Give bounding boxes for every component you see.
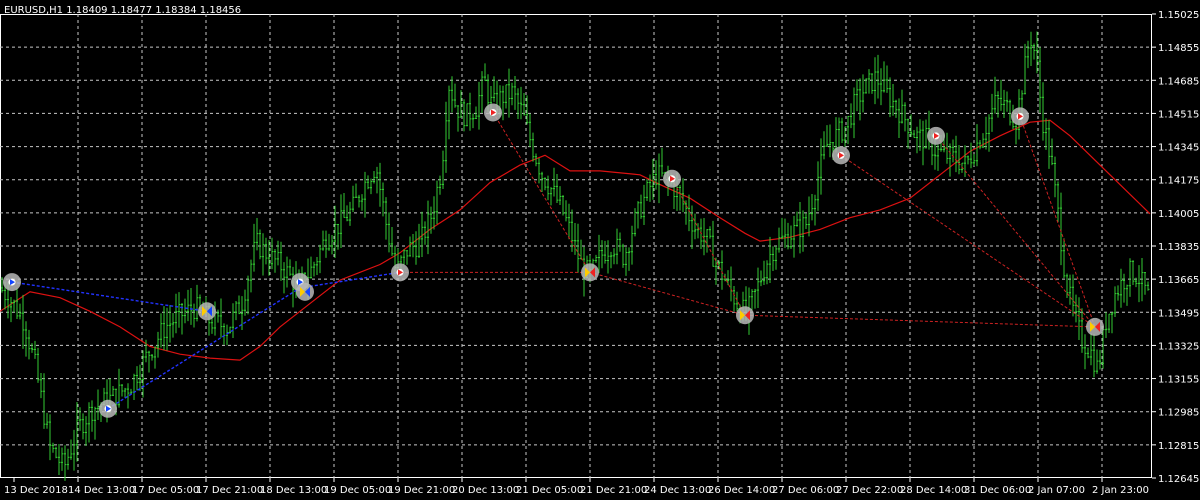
sell-open-marker[interactable] [663, 169, 681, 188]
sell-open-marker[interactable] [1011, 107, 1029, 126]
y-tick-label: 1.12645 [1158, 474, 1199, 485]
x-tick-label: 19 Dec 21:00 [388, 485, 455, 496]
grid-layer [0, 14, 1152, 478]
y-tick-label: 1.12985 [1158, 408, 1199, 419]
x-tick-label: 17 Dec 21:00 [196, 485, 263, 496]
buy-trade-line [299, 271, 401, 289]
buy-close-marker[interactable] [296, 282, 314, 301]
y-tick-label: 1.14685 [1158, 76, 1199, 87]
x-tick-label: 28 Dec 14:00 [900, 485, 967, 496]
sell-close-marker[interactable] [736, 306, 754, 325]
candle-layer [1, 31, 1150, 481]
x-tick-label: 31 Dec 06:00 [964, 485, 1031, 496]
sell-open-marker[interactable] [484, 103, 502, 122]
x-tick-label: 13 Dec 2018 [4, 485, 68, 496]
x-tick-label: 18 Dec 13:00 [260, 485, 327, 496]
x-tick-label: 14 Dec 13:00 [68, 485, 135, 496]
sell-open-marker[interactable] [391, 263, 409, 282]
buy-close-marker[interactable] [198, 302, 216, 321]
x-tick-label: 20 Dec 13:00 [452, 485, 519, 496]
x-tick-label: 19 Dec 05:00 [324, 485, 391, 496]
sell-open-marker[interactable] [927, 126, 945, 145]
sell-open-marker[interactable] [832, 146, 850, 165]
buy-open-marker[interactable] [3, 273, 21, 292]
x-tick-label: 17 Dec 05:00 [132, 485, 199, 496]
x-tick-label: 21 Dec 05:00 [516, 485, 583, 496]
eurusd-chart[interactable]: 1.15025 1.14855 1.14685 1.14515 1.14345 1.141… [0, 0, 1200, 500]
y-tick-label: 1.13325 [1158, 341, 1199, 352]
x-tick-label: 26 Dec 14:00 [708, 485, 775, 496]
x-tick-label: 21 Dec 21:00 [580, 485, 647, 496]
buy-open-marker[interactable] [99, 399, 117, 418]
sell-close-marker[interactable] [581, 263, 599, 282]
buy-trade-line [11, 281, 208, 313]
y-tick-label: 1.12815 [1158, 441, 1199, 452]
y-tick-label: 1.14005 [1158, 209, 1199, 220]
x-tick-label: 27 Dec 06:00 [772, 485, 839, 496]
x-tick-label: 2 Jan 07:00 [1028, 485, 1085, 496]
sell-trade-line [744, 314, 1096, 328]
y-tick-label: 1.14345 [1158, 143, 1199, 154]
x-tick-label: 2 Jan 23:00 [1092, 485, 1149, 496]
sell-trade-line [840, 154, 1096, 328]
x-tick-label: 27 Dec 22:00 [836, 485, 903, 496]
y-tick-label: 1.14515 [1158, 109, 1199, 120]
y-tick-label: 1.14175 [1158, 176, 1199, 187]
y-tick-label: 1.13495 [1158, 308, 1199, 319]
sell-trade-line [1019, 116, 1096, 328]
y-tick-label: 1.13665 [1158, 275, 1199, 286]
chart-window[interactable]: 1.15025 1.14855 1.14685 1.14515 1.14345 1.141… [0, 0, 1200, 500]
y-tick-label: 1.14855 [1158, 43, 1199, 54]
sell-close-marker[interactable] [1086, 317, 1104, 336]
sell-trade-line [935, 135, 1096, 328]
y-tick-label: 1.15025 [1158, 10, 1199, 21]
x-tick-label: 24 Dec 13:00 [644, 485, 711, 496]
chart-title: EURUSD,H1 1.18409 1.18477 1.18384 1.1845… [4, 5, 241, 16]
y-tick-label: 1.13155 [1158, 375, 1199, 386]
trade-lines-layer [11, 112, 1096, 410]
y-tick-label: 1.13835 [1158, 242, 1199, 253]
